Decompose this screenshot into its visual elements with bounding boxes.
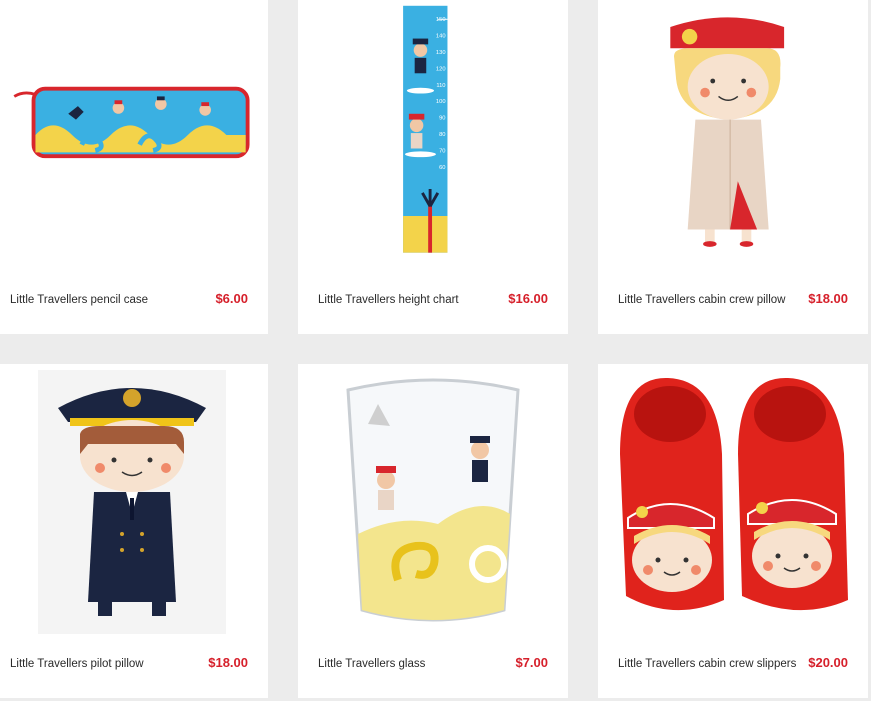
product-price: $7.00 xyxy=(515,655,548,670)
product-price: $6.00 xyxy=(215,291,248,306)
height-mark: 70 xyxy=(439,148,445,154)
height-mark: 60 xyxy=(439,165,445,171)
product-image-pilot-pillow[interactable] xyxy=(0,364,268,634)
product-price: $20.00 xyxy=(808,655,848,670)
product-name[interactable]: Little Travellers cabin crew pillow xyxy=(618,294,785,306)
height-mark: 110 xyxy=(436,83,445,89)
height-mark: 80 xyxy=(439,132,445,138)
product-card[interactable]: 150 140 130 120 110 100 90 80 70 60 Litt… xyxy=(298,0,568,334)
product-image-cabin-crew-slippers[interactable] xyxy=(598,364,868,634)
height-mark: 130 xyxy=(436,50,446,56)
product-name[interactable]: Little Travellers height chart xyxy=(318,294,459,306)
height-mark: 150 xyxy=(436,17,446,23)
product-name[interactable]: Little Travellers pilot pillow xyxy=(10,658,144,670)
product-name[interactable]: Little Travellers cabin crew slippers xyxy=(618,658,796,670)
product-image-cabin-crew-pillow[interactable] xyxy=(598,0,868,270)
height-mark: 120 xyxy=(436,66,446,72)
product-card[interactable]: Little Travellers pilot pillow $18.00 xyxy=(0,364,268,698)
product-price: $18.00 xyxy=(208,655,248,670)
height-mark: 140 xyxy=(436,34,446,40)
product-card[interactable]: Little Travellers cabin crew pillow $18.… xyxy=(598,0,868,334)
height-mark: 100 xyxy=(436,99,446,105)
product-price: $16.00 xyxy=(508,291,548,306)
height-mark: 90 xyxy=(439,116,445,122)
product-card[interactable]: Little Travellers cabin crew slippers $2… xyxy=(598,364,868,698)
product-image-height-chart[interactable]: 150 140 130 120 110 100 90 80 70 60 xyxy=(298,0,568,270)
product-image-pencil-case[interactable] xyxy=(0,0,268,270)
product-name[interactable]: Little Travellers pencil case xyxy=(10,294,148,306)
product-card[interactable]: Little Travellers glass $7.00 xyxy=(298,364,568,698)
product-card[interactable]: Little Travellers pencil case $6.00 xyxy=(0,0,268,334)
product-image-glass[interactable] xyxy=(298,364,568,634)
product-price: $18.00 xyxy=(808,291,848,306)
product-name[interactable]: Little Travellers glass xyxy=(318,658,425,670)
